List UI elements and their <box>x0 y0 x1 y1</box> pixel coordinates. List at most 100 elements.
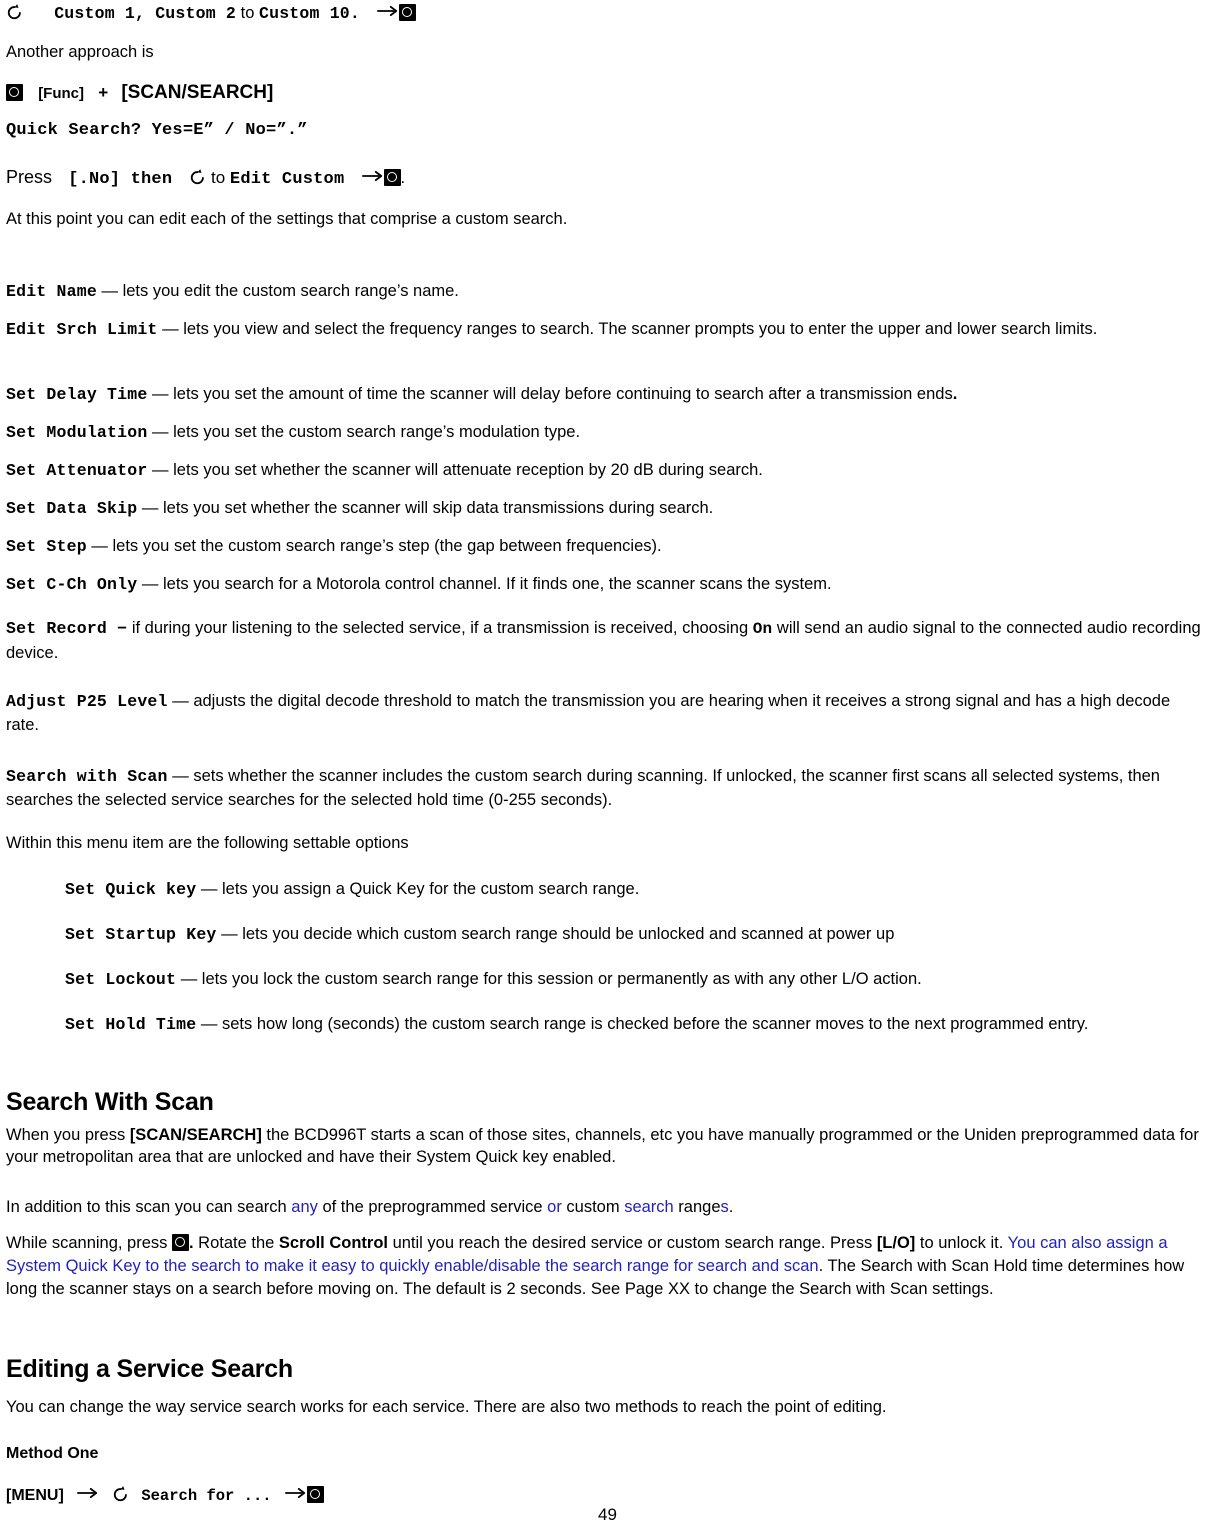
sub-setting-dash: — <box>196 1015 222 1033</box>
press-line-period: . <box>400 169 406 187</box>
func-scan-search-line: [Func] + [SCAN/SEARCH] <box>6 80 1207 106</box>
scan-search-key-label[interactable]: [SCAN/SEARCH] <box>130 1126 262 1144</box>
para-text: custom <box>561 1198 625 1216</box>
setting-desc-bold-tail: . <box>952 385 958 403</box>
quick-search-prompt: Quick Search? Yes=E” / No=”.” <box>6 121 308 140</box>
para-text: When you press <box>6 1126 130 1144</box>
manual-page: Custom 1, Custom 2 to Custom 10. Another… <box>0 0 1215 1534</box>
setting-set-delay-time: Set Delay Time — lets you set the amount… <box>6 383 1207 407</box>
setting-set-step: Set Step — lets you set the custom searc… <box>6 535 1207 559</box>
setting-desc: lets you set the amount of time the scan… <box>173 385 953 403</box>
scan-search-key-label[interactable]: [SCAN/SEARCH] <box>121 82 273 103</box>
quick-search-prompt-line: Quick Search? Yes=E” / No=”.” <box>6 118 1207 143</box>
e-enter-button-icon[interactable] <box>6 84 23 101</box>
setting-set-attenuator: Set Attenuator — lets you set whether th… <box>6 459 1207 483</box>
method-one-heading: Method One <box>6 1445 99 1462</box>
func-key-label[interactable]: [Func] <box>38 85 84 102</box>
sub-setting-term: Set Lockout <box>65 970 177 989</box>
sub-setting-set-quick-key: Set Quick key — lets you assign a Quick … <box>65 878 1197 902</box>
sub-setting-desc: lets you assign a Quick Key for the cust… <box>222 880 640 898</box>
custom-range-to: to <box>240 4 259 22</box>
e-enter-button-icon[interactable] <box>383 169 401 186</box>
para-text: to unlock it. <box>915 1234 1008 1252</box>
setting-dash: — <box>147 385 174 403</box>
e-enter-button-icon[interactable] <box>306 1486 324 1503</box>
another-approach-text: Another approach is <box>6 43 154 61</box>
setting-term: Edit Srch Limit <box>6 320 158 339</box>
setting-dash: — <box>147 461 174 479</box>
sub-setting-set-lockout: Set Lockout — lets you lock the custom s… <box>65 968 1197 992</box>
setting-desc: lets you set the custom search range’s m… <box>173 423 581 441</box>
right-arrow-icon <box>284 1486 307 1502</box>
para-text: range <box>673 1198 721 1216</box>
setting-term: Set Delay Time <box>6 385 148 404</box>
sub-setting-term: Set Quick key <box>65 880 197 899</box>
setting-term: Edit Name <box>6 282 97 301</box>
sub-setting-dash: — <box>176 970 202 988</box>
para-text: In addition to this scan you can search <box>6 1198 292 1216</box>
e-enter-button-icon[interactable] <box>172 1234 189 1251</box>
custom-range-start: Custom 1, Custom 2 <box>54 4 237 23</box>
setting-term: Set C-Ch Only <box>6 575 138 594</box>
sub-setting-desc: sets how long (seconds) the custom searc… <box>222 1015 1089 1033</box>
setting-term: Set Record − <box>6 619 128 638</box>
setting-dash: — <box>96 282 123 300</box>
setting-dash: — <box>147 423 174 441</box>
setting-dash: — <box>167 692 194 710</box>
setting-term: Set Attenuator <box>6 461 148 480</box>
sub-setting-desc: lets you lock the custom search range fo… <box>201 970 922 988</box>
para-blue-search: search <box>624 1198 674 1216</box>
edit-custom-target: Edit Custom <box>229 170 345 189</box>
menu-key-label[interactable]: [MENU] <box>6 1487 64 1504</box>
press-no-line: Press [.No] then to Edit Custom . <box>6 165 1207 192</box>
search-with-scan-para-2: In addition to this scan you can search … <box>6 1196 1207 1220</box>
para-text: You can change the way service search wo… <box>6 1398 887 1416</box>
setting-set-modulation: Set Modulation — lets you set the custom… <box>6 421 1207 445</box>
right-arrow-icon <box>377 4 399 20</box>
press-word: Press <box>6 167 53 187</box>
no-key-label[interactable]: [.No] then <box>68 170 172 189</box>
setting-edit-srch-limit: Edit Srch Limit — lets you view and sele… <box>6 318 1207 342</box>
setting-term: Search with Scan <box>6 767 168 786</box>
custom-range-end: Custom 10. <box>258 4 361 23</box>
setting-desc: lets you set whether the scanner will sk… <box>163 499 714 517</box>
setting-search-with-scan: Search with Scan — sets whether the scan… <box>6 765 1207 812</box>
editing-service-search-heading: Editing a Service Search <box>6 1355 293 1383</box>
rotate-scroll-icon <box>6 3 23 22</box>
plus-symbol: + <box>98 83 109 102</box>
search-with-scan-heading: Search With Scan <box>6 1088 214 1116</box>
setting-desc: lets you search for a Motorola control c… <box>163 575 832 593</box>
setting-term: Set Data Skip <box>6 499 138 518</box>
scroll-control-label[interactable]: Scroll Control <box>279 1234 388 1252</box>
setting-desc: lets you edit the custom search range’s … <box>122 282 459 300</box>
para-text: of the preprogrammed service <box>317 1198 548 1216</box>
search-with-scan-para-1: When you press [SCAN/SEARCH] the BCD996T… <box>6 1124 1207 1169</box>
within-menu-intro-line: Within this menu item are the following … <box>6 832 1207 856</box>
setting-set-data-skip: Set Data Skip — lets you set whether the… <box>6 497 1207 521</box>
page-number: 49 <box>598 1505 617 1524</box>
sub-setting-set-hold-time: Set Hold Time — sets how long (seconds) … <box>65 1013 1197 1037</box>
setting-term: Set Step <box>6 537 87 556</box>
setting-dash: — <box>137 575 163 593</box>
editing-service-search-para: You can change the way service search wo… <box>6 1396 1207 1420</box>
sub-setting-desc: lets you decide which custom search rang… <box>242 925 895 943</box>
setting-edit-name: Edit Name — lets you edit the custom sea… <box>6 280 1207 304</box>
sub-setting-term: Set Startup Key <box>65 925 217 944</box>
search-with-scan-para-3: While scanning, press . Rotate the Scrol… <box>6 1232 1207 1301</box>
e-enter-button-icon[interactable] <box>399 4 417 21</box>
rotate-scroll-icon <box>189 168 206 187</box>
lo-key-label[interactable]: [L/O] <box>877 1234 916 1252</box>
sub-setting-dash: — <box>216 925 243 943</box>
para-blue-or: or <box>547 1198 562 1216</box>
setting-desc: lets you set whether the scanner will at… <box>173 461 763 479</box>
setting-set-cch-only: Set C-Ch Only — lets you search for a Mo… <box>6 573 1207 597</box>
setting-on-value: On <box>752 620 773 638</box>
setting-desc: lets you view and select the frequency r… <box>183 320 1098 338</box>
search-for-menu-item: Search for ... <box>141 1487 272 1505</box>
para-text: Rotate the <box>193 1234 279 1252</box>
sub-setting-dash: — <box>196 880 222 898</box>
setting-dash: — <box>167 767 194 785</box>
custom-range-line: Custom 1, Custom 2 to Custom 10. <box>6 2 1207 26</box>
setting-dash: — <box>86 537 113 555</box>
para-text: While scanning, press <box>6 1234 172 1252</box>
